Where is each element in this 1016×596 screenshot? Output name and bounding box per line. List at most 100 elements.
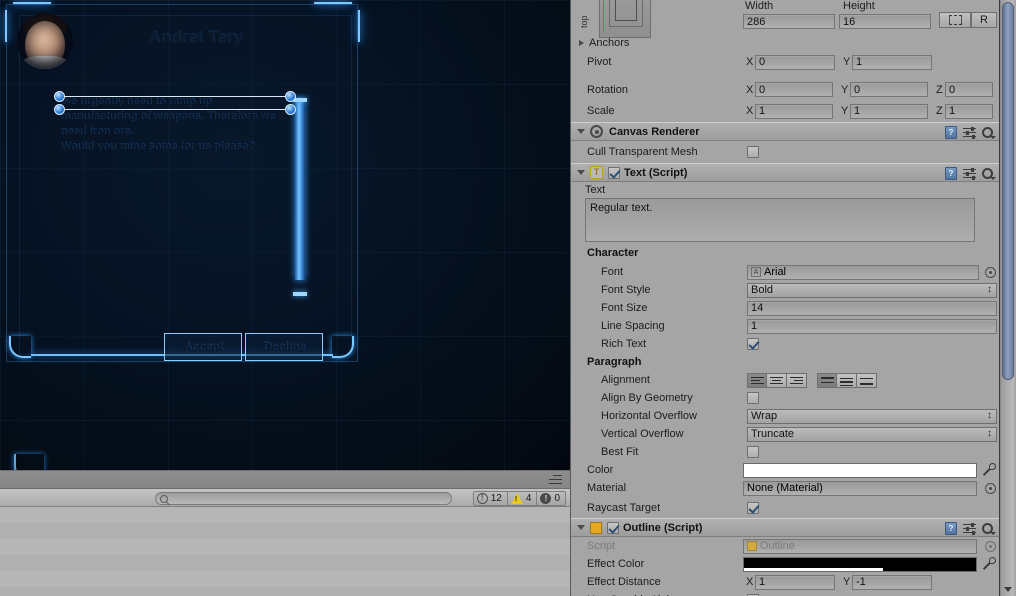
chevron-down-icon[interactable] — [577, 129, 585, 134]
error-count: 12 — [490, 493, 502, 504]
frame-outer-elbow — [14, 454, 44, 470]
scale-label: Scale — [587, 105, 615, 117]
pivot-x-field[interactable]: 0 — [755, 54, 835, 70]
canvas-renderer-header[interactable]: Canvas Renderer ? — [571, 122, 999, 141]
font-field[interactable]: A Arial — [747, 264, 979, 280]
text-field-label: Text — [585, 184, 606, 196]
inspector-scrollbar-thumb[interactable] — [1002, 2, 1014, 380]
pivot-y-axis: Y — [843, 56, 851, 68]
material-field[interactable]: None (Material) — [743, 480, 977, 496]
inspector-scrollbar[interactable] — [1000, 0, 1014, 596]
help-icon[interactable]: ? — [945, 126, 957, 139]
selection-handle-bottom-right[interactable] — [285, 104, 296, 115]
search-input[interactable] — [155, 492, 452, 505]
vertical-alignment-group[interactable] — [817, 372, 877, 388]
font-picker-icon[interactable] — [985, 266, 996, 278]
rotation-z-axis: Z — [936, 83, 943, 96]
width-label: Width — [745, 0, 774, 12]
log-counter[interactable]: ! 0 — [537, 491, 566, 506]
selection-handle-bottom-left[interactable] — [54, 104, 65, 115]
game-dialog-scrollbar[interactable] — [293, 98, 307, 296]
scrollbar-thumb[interactable] — [295, 100, 305, 280]
gear-icon[interactable] — [982, 523, 996, 535]
dialog-text: We urgently need to ramp up manufacturin… — [60, 95, 288, 155]
error-counter[interactable]: ! 12 — [472, 491, 508, 506]
align-left-button[interactable] — [747, 372, 767, 388]
decline-button[interactable]: Decline — [245, 333, 323, 361]
height-field[interactable]: 16 — [839, 14, 931, 29]
align-middle-button[interactable] — [837, 372, 857, 388]
scale-z-axis: Z — [936, 105, 943, 117]
effect-distance-x-field[interactable]: 1 — [755, 574, 835, 590]
align-top-button[interactable] — [817, 372, 837, 388]
warning-counter[interactable]: 4 — [507, 491, 538, 506]
preset-icon[interactable] — [963, 167, 976, 180]
best-fit-checkbox[interactable] — [747, 446, 759, 458]
game-view[interactable]: Andret Tery We urgently need to ramp up … — [0, 0, 570, 470]
text-script-header[interactable]: T Text (Script) ? — [571, 163, 999, 182]
alignment-label: Alignment — [601, 374, 650, 386]
help-icon[interactable]: ? — [945, 167, 957, 180]
outline-script-title: Outline (Script) — [623, 521, 703, 534]
selection-handle-top-left[interactable] — [54, 91, 65, 102]
eyedropper-icon[interactable] — [983, 463, 996, 477]
chevron-down-icon[interactable] — [577, 170, 585, 175]
font-size-field[interactable]: 14 — [747, 300, 997, 316]
eyedropper-icon[interactable] — [983, 557, 996, 571]
align-right-button[interactable] — [787, 372, 807, 388]
selection-edge-top — [60, 96, 290, 97]
console-toolbar — [0, 471, 570, 489]
help-icon[interactable]: ? — [945, 522, 957, 535]
search-input-field[interactable] — [171, 493, 441, 504]
canvas-renderer-title: Canvas Renderer — [609, 125, 700, 138]
raw-edit-button[interactable] — [939, 12, 971, 28]
anchors-label[interactable]: Anchors — [589, 37, 629, 49]
pivot-y-field[interactable]: 1 — [852, 54, 932, 70]
horizontal-overflow-dropdown[interactable]: Wrap — [747, 408, 997, 424]
preset-icon[interactable] — [963, 126, 976, 139]
align-by-geometry-label: Align By Geometry — [601, 392, 693, 404]
align-bottom-button[interactable] — [857, 372, 877, 388]
outline-enabled-checkbox[interactable] — [607, 521, 619, 534]
pivot-label: Pivot — [587, 56, 612, 68]
outline-script-header[interactable]: Outline (Script) ? — [571, 518, 999, 537]
effect-color-swatch[interactable] — [743, 556, 977, 572]
console-log-list[interactable] — [0, 507, 570, 596]
line-spacing-field[interactable]: 1 — [747, 318, 997, 334]
align-center-button[interactable] — [767, 372, 787, 388]
text-value-textarea[interactable]: Regular text. — [585, 198, 975, 242]
effect-color-alpha-bar — [744, 567, 884, 571]
inspector-panel: top Width Height 286 16 R Anchors Pivot … — [570, 0, 1016, 596]
font-style-dropdown[interactable]: Bold — [747, 282, 997, 298]
effect-distance-label: Effect Distance — [587, 576, 661, 588]
scale-x-field[interactable]: 1 — [755, 103, 833, 119]
accept-button[interactable]: Accept — [164, 333, 242, 361]
effect-distance-y-field[interactable]: -1 — [852, 574, 932, 590]
scale-z-field[interactable]: 1 — [945, 103, 993, 119]
panel-menu-icon[interactable] — [549, 475, 562, 484]
text-color-swatch[interactable] — [743, 462, 977, 478]
selection-handle-top-right[interactable] — [285, 91, 296, 102]
chevron-down-icon[interactable] — [577, 525, 585, 530]
rotation-x-field[interactable]: 0 — [755, 82, 833, 97]
text-enabled-checkbox[interactable] — [608, 166, 620, 179]
scale-y-field[interactable]: 1 — [850, 103, 928, 119]
rotation-y-field[interactable]: 0 — [850, 82, 928, 97]
vertical-overflow-dropdown[interactable]: Truncate — [747, 426, 997, 442]
scrollbar-cap-bottom — [293, 292, 307, 296]
chevron-right-icon[interactable] — [579, 40, 584, 46]
align-by-geometry-checkbox[interactable] — [747, 392, 759, 404]
scroll-down-arrow-icon[interactable] — [1004, 587, 1012, 592]
raycast-target-checkbox[interactable] — [747, 501, 759, 514]
rotation-z-field[interactable]: 0 — [945, 82, 993, 97]
gear-icon[interactable] — [982, 168, 996, 180]
cull-transparent-mesh-checkbox[interactable] — [747, 146, 759, 158]
horizontal-alignment-group[interactable] — [747, 372, 807, 388]
width-field[interactable]: 286 — [743, 14, 835, 29]
gear-icon[interactable] — [982, 127, 996, 139]
dialog-line: Would you mine some for us please? — [60, 141, 255, 153]
rich-text-checkbox[interactable] — [747, 338, 759, 350]
material-picker-icon[interactable] — [985, 482, 996, 494]
blueprint-button[interactable]: R — [971, 12, 997, 28]
preset-icon[interactable] — [963, 522, 976, 535]
